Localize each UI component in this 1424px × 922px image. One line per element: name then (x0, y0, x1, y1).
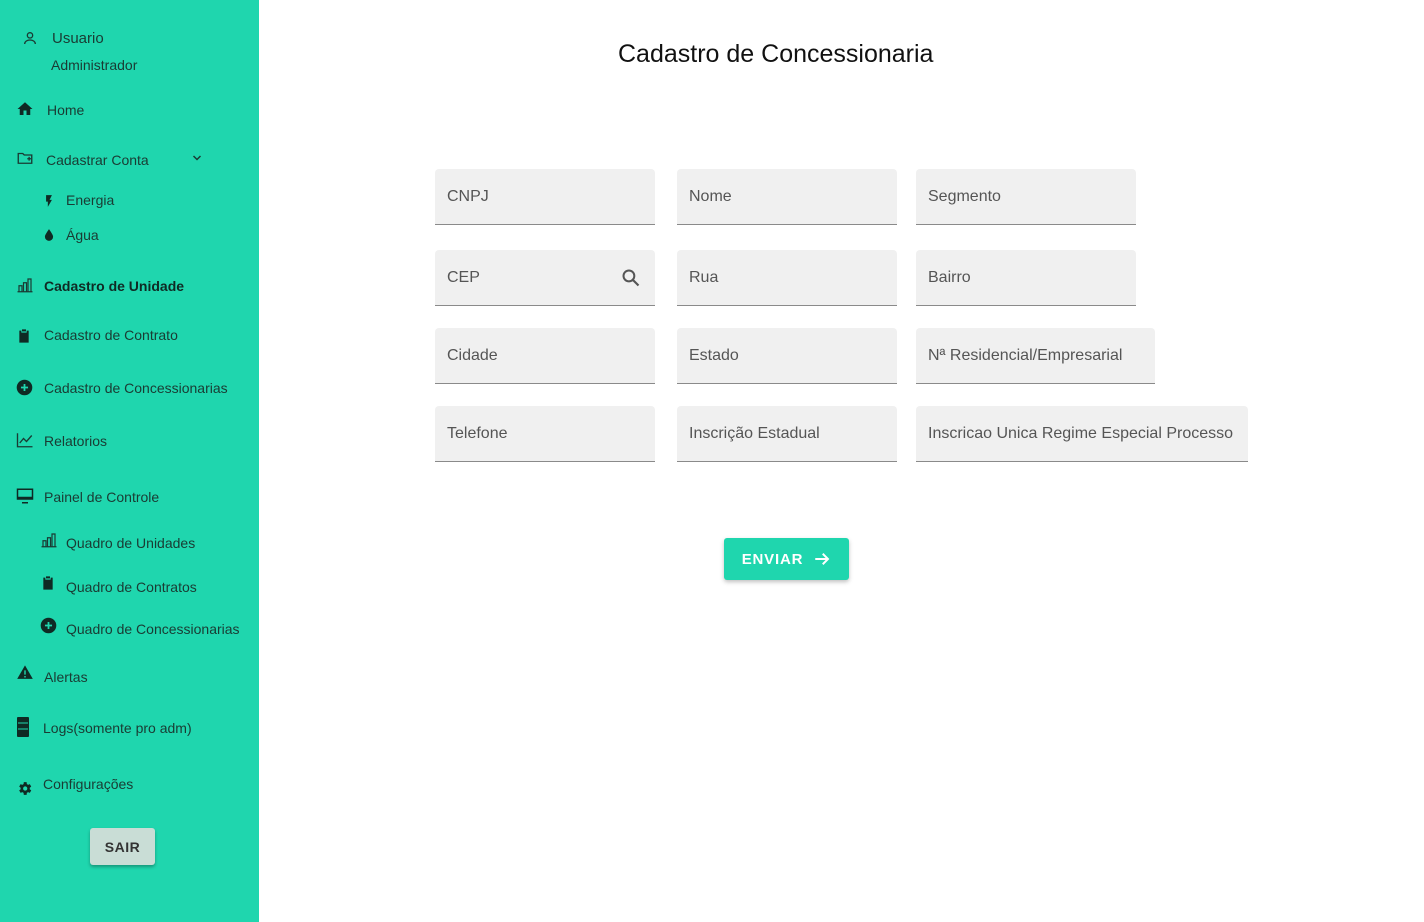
sidebar-item-logs[interactable]: Logs(somente pro adm) (16, 716, 192, 738)
nome-input[interactable] (677, 169, 897, 224)
sidebar-item-label: Cadastro de Unidade (44, 278, 185, 294)
sidebar-item-label: Água (66, 227, 99, 243)
water-drop-icon (42, 226, 56, 244)
segmento-field[interactable] (916, 169, 1136, 225)
sidebar-item-label: Energia (66, 192, 115, 208)
user-title: Usuario (52, 30, 104, 47)
sidebar-item-label: Quadro de Contratos (66, 579, 197, 595)
search-icon[interactable] (621, 268, 641, 293)
add-circle-icon (16, 379, 33, 396)
sidebar-item-label: Home (47, 102, 85, 118)
segmento-input[interactable] (916, 169, 1136, 224)
cnpj-field[interactable] (435, 169, 655, 225)
cnpj-input[interactable] (435, 169, 655, 224)
clipboard-icon (40, 573, 56, 593)
sidebar-item-cadastrar-conta[interactable]: Cadastrar Conta (16, 150, 206, 170)
sidebar-item-relatorios[interactable]: Relatorios (16, 431, 107, 451)
rua-input[interactable] (677, 250, 897, 305)
warning-icon (16, 664, 34, 681)
chevron-down-icon[interactable] (191, 152, 203, 164)
inscricao-estadual-field[interactable] (677, 406, 897, 462)
person-icon (22, 30, 38, 46)
sidebar-item-cadastro-unidade[interactable]: Cadastro de Unidade (16, 276, 184, 296)
inscricao-unica-field[interactable] (916, 406, 1248, 462)
sidebar-item-configuracoes[interactable]: Configurações (16, 774, 134, 797)
sidebar-subitem-energia[interactable]: Energia (42, 190, 114, 210)
numero-input[interactable] (916, 328, 1155, 383)
sidebar-item-label: Alertas (44, 669, 88, 685)
page-title: Cadastro de Concessionaria (618, 40, 934, 68)
sidebar-subitem-quadro-concessionarias[interactable]: Quadro de Concessionarias (40, 617, 240, 639)
bairro-field[interactable] (916, 250, 1136, 306)
clipboard-icon (16, 326, 32, 346)
building-icon (40, 531, 58, 549)
telefone-input[interactable] (435, 406, 655, 461)
numero-field[interactable] (916, 328, 1155, 384)
sidebar-item-label: Cadastro de Concessionarias (44, 380, 228, 396)
sidebar-item-label: Cadastro de Contrato (44, 327, 178, 343)
sidebar-item-cadastro-contrato[interactable]: Cadastro de Contrato (16, 325, 178, 345)
rua-field[interactable] (677, 250, 897, 306)
gear-icon (16, 780, 33, 797)
inscricao-estadual-input[interactable] (677, 406, 897, 461)
sidebar-subitem-quadro-contratos[interactable]: Quadro de Contratos (40, 576, 197, 597)
estado-field[interactable] (677, 328, 897, 384)
inscricao-unica-input[interactable] (916, 406, 1248, 461)
monitor-icon (16, 487, 34, 505)
home-icon (16, 100, 34, 118)
submit-label: ENVIAR (741, 550, 804, 568)
sidebar-item-label: Configurações (43, 776, 134, 792)
sidebar-item-home[interactable]: Home (16, 100, 84, 120)
folder-icon (16, 149, 34, 167)
nome-field[interactable] (677, 169, 897, 225)
bolt-icon (42, 192, 56, 210)
add-circle-icon (40, 617, 57, 634)
sidebar-item-alertas[interactable]: Alertas (16, 664, 88, 687)
sidebar-subitem-quadro-unidades[interactable]: Quadro de Unidades (40, 533, 195, 553)
sidebar-item-label: Relatorios (44, 433, 108, 449)
estado-input[interactable] (677, 328, 897, 383)
sidebar-item-painel-controle[interactable]: Painel de Controle (16, 487, 159, 507)
user-role: Administrador (51, 57, 138, 73)
sidebar-item-label: Quadro de Unidades (66, 535, 196, 551)
telefone-field[interactable] (435, 406, 655, 462)
submit-button[interactable]: ENVIAR (724, 538, 849, 580)
cidade-field[interactable] (435, 328, 655, 384)
building-icon (16, 276, 34, 294)
sidebar-item-cadastro-concessionarias[interactable]: Cadastro de Concessionarias (16, 378, 228, 398)
cidade-input[interactable] (435, 328, 655, 383)
sidebar-subitem-agua[interactable]: Água (42, 225, 99, 245)
sidebar: Usuario Administrador Home Cadastrar Con… (0, 0, 259, 922)
cep-field[interactable] (435, 250, 655, 306)
trending-up-icon (16, 431, 34, 449)
arrow-right-icon (813, 550, 831, 568)
sidebar-item-label: Painel de Controle (44, 489, 160, 505)
sidebar-item-label: Logs(somente pro adm) (43, 720, 192, 736)
sidebar-item-label: Cadastrar Conta (46, 152, 149, 168)
storage-icon (16, 716, 30, 738)
logout-button[interactable]: SAIR (90, 828, 155, 865)
sidebar-item-label: Quadro de Concessionarias (66, 621, 240, 637)
bairro-input[interactable] (916, 250, 1136, 305)
